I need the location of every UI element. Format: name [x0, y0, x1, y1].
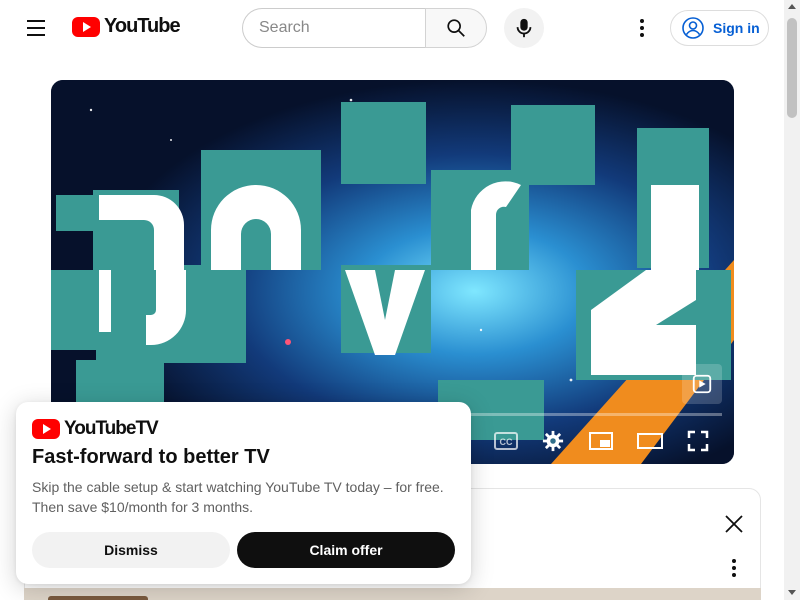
search-button[interactable]	[425, 8, 487, 48]
sign-in-label: Sign in	[713, 20, 760, 36]
logo-text: YouTube	[104, 15, 181, 37]
scroll-thumb[interactable]	[787, 18, 797, 118]
claim-offer-button[interactable]: Claim offer	[237, 532, 455, 568]
youtube-logo[interactable]: YouTube	[72, 15, 181, 38]
youtube-logo-icon	[72, 16, 100, 37]
gear-icon[interactable]	[535, 427, 571, 455]
channel-watermark-icon[interactable]	[682, 364, 722, 404]
menu-icon[interactable]	[16, 8, 56, 48]
thumbnail-strip[interactable]	[24, 588, 761, 600]
sign-in-button[interactable]: Sign in	[670, 10, 769, 46]
svg-text:CC: CC	[500, 437, 513, 447]
dismiss-button[interactable]: Dismiss	[32, 532, 230, 568]
masthead: YouTube Sign in	[0, 0, 784, 56]
scroll-down-arrow-icon[interactable]	[788, 590, 796, 595]
youtube-tv-promo: YouTubeTV Fast-forward to better TV Skip…	[16, 402, 471, 584]
search-box[interactable]	[242, 8, 425, 48]
close-icon[interactable]	[720, 510, 748, 538]
more-vert-icon[interactable]	[622, 8, 662, 48]
search-icon	[447, 19, 465, 37]
page-scrollbar[interactable]	[784, 0, 800, 600]
fullscreen-icon[interactable]	[680, 427, 716, 455]
cc-icon[interactable]: CC	[488, 427, 524, 455]
youtube-tv-logo: YouTubeTV	[32, 418, 159, 440]
youtube-page: YouTube Sign in	[0, 0, 800, 600]
mic-icon	[516, 18, 532, 38]
theater-icon[interactable]	[632, 427, 668, 455]
more-vert-icon[interactable]	[724, 556, 744, 580]
account-circle-icon	[682, 17, 704, 39]
search-input[interactable]	[259, 19, 409, 37]
youtube-logo-icon	[32, 419, 60, 439]
promo-body: Skip the cable setup & start watching Yo…	[32, 479, 444, 515]
promo-logo-text: YouTubeTV	[64, 418, 159, 439]
scroll-up-arrow-icon[interactable]	[788, 4, 796, 9]
promo-title: Fast-forward to better TV	[32, 446, 270, 468]
miniplayer-icon[interactable]	[583, 427, 619, 455]
voice-search-button[interactable]	[504, 8, 544, 48]
